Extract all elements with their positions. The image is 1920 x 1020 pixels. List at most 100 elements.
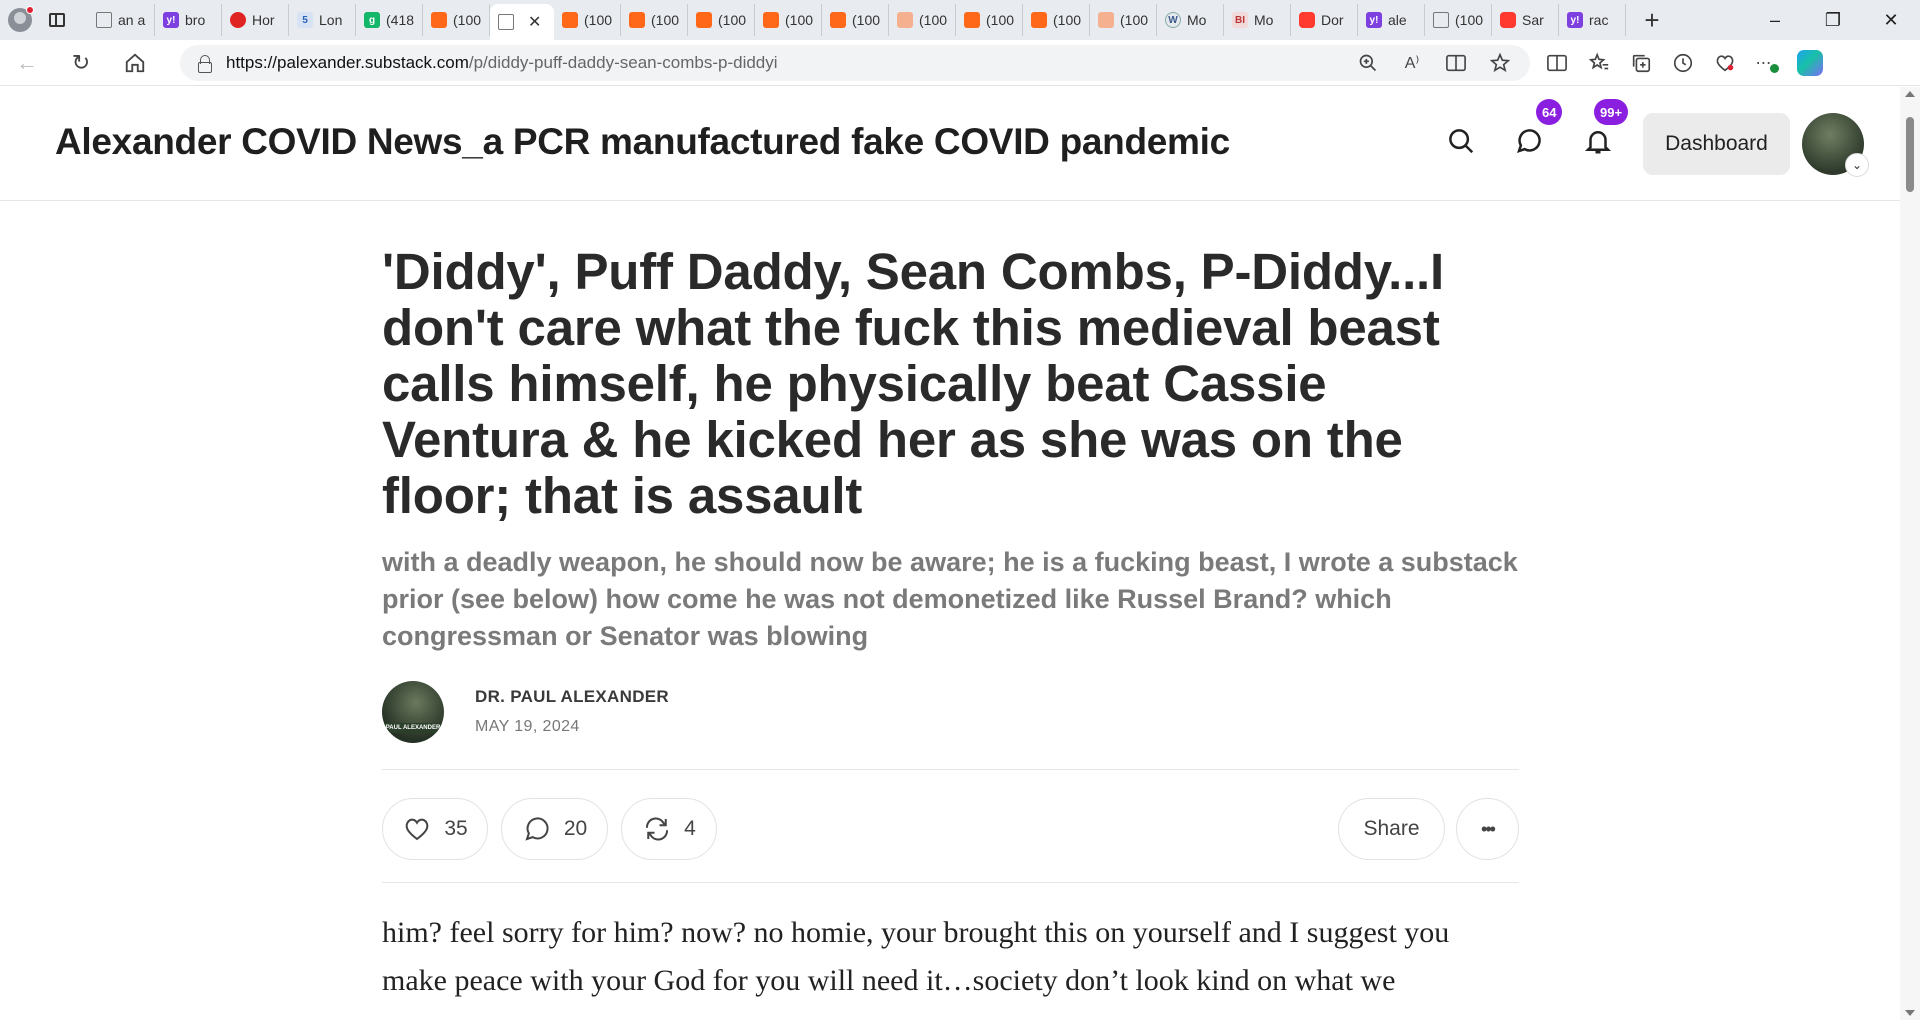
copilot-icon[interactable] xyxy=(1797,50,1823,76)
minimize-button[interactable]: – xyxy=(1746,0,1804,40)
share-button[interactable]: Share xyxy=(1338,798,1445,860)
document-icon xyxy=(1433,12,1449,28)
article: 'Diddy', Puff Daddy, Sean Combs, P-Diddy… xyxy=(382,201,1519,1005)
tab-strip: an a y! bro Hor 5 Lon g (418 (100 ✕ (100 (100 (100 (1… xyxy=(0,0,1920,40)
history-icon[interactable] xyxy=(1671,51,1695,75)
url-field[interactable]: https://palexander.substack.com/p/diddy-… xyxy=(180,45,1530,81)
notifications-button[interactable] xyxy=(1580,123,1616,159)
yahoo-icon: y! xyxy=(163,12,179,28)
browser-tab[interactable]: (100 xyxy=(554,4,621,36)
lock-icon xyxy=(198,55,212,73)
tab-list: an a y! bro Hor 5 Lon g (418 (100 ✕ (100 (100 (100 (1… xyxy=(88,0,1626,40)
scroll-down-icon[interactable] xyxy=(1905,1010,1915,1016)
browser-tab[interactable]: (100 xyxy=(423,4,490,36)
browser-tab[interactable]: Sar xyxy=(1492,4,1559,36)
substack-icon xyxy=(629,12,645,28)
dashboard-button[interactable]: Dashboard xyxy=(1643,113,1790,175)
browser-tab[interactable]: (100 xyxy=(1090,4,1157,36)
post-body: him? feel sorry for him? now? no homie, … xyxy=(382,916,1450,997)
browser-tab[interactable]: (100 xyxy=(956,4,1023,36)
publication-title[interactable]: Alexander COVID News_a PCR manufactured … xyxy=(55,121,1230,163)
youtube-icon xyxy=(1299,12,1315,28)
substack-light-icon xyxy=(1098,12,1114,28)
browser-tab[interactable]: BI Mo xyxy=(1224,4,1291,36)
like-button[interactable]: 35 xyxy=(382,798,488,860)
substack-icon xyxy=(1031,12,1047,28)
close-tab-icon[interactable]: ✕ xyxy=(528,12,541,32)
post-subtitle: with a deadly weapon, he should now be a… xyxy=(382,547,1518,651)
tab-label: Hor xyxy=(252,12,275,28)
tab-label: an a xyxy=(118,12,146,28)
profile-button[interactable] xyxy=(0,0,40,40)
address-bar-row: ← ↻ https://palexander.substack.com/p/di… xyxy=(0,40,1920,86)
browser-tab[interactable]: 5 Lon xyxy=(289,4,356,36)
browser-tab[interactable]: g (418 xyxy=(356,4,423,36)
tab-label: (100 xyxy=(1053,12,1082,28)
browser-tab[interactable]: (100 xyxy=(889,4,956,36)
browser-tab[interactable]: y! rac xyxy=(1559,4,1626,36)
browser-tab[interactable]: y! ale xyxy=(1358,4,1425,36)
url-path: /p/diddy-puff-daddy-sean-combs-p-diddyi xyxy=(468,53,778,72)
tab-actions-button[interactable] xyxy=(40,0,74,40)
like-count: 35 xyxy=(444,817,468,840)
comment-button[interactable]: 20 xyxy=(501,798,608,860)
split-screen-icon[interactable] xyxy=(1545,51,1569,75)
browser-tab[interactable]: y! bro xyxy=(155,4,222,36)
browser-tab[interactable]: W Mo xyxy=(1157,4,1224,36)
immersive-reader-icon[interactable] xyxy=(1444,51,1468,75)
bell-icon xyxy=(1584,131,1612,154)
browser-tab[interactable]: (100 xyxy=(755,4,822,36)
comment-icon xyxy=(525,817,549,841)
browser-tab[interactable]: (100 xyxy=(1425,4,1492,36)
favorite-star-icon[interactable] xyxy=(1488,51,1512,75)
browser-tab[interactable]: an a xyxy=(88,4,155,36)
author-avatar[interactable]: PAUL ALEXANDER xyxy=(382,681,444,743)
author-name[interactable]: DR. PAUL ALEXANDER xyxy=(475,687,669,707)
restack-icon xyxy=(646,817,669,841)
browser-tab[interactable]: Hor xyxy=(222,4,289,36)
post-title: 'Diddy', Puff Daddy, Sean Combs, P-Diddy… xyxy=(382,243,1445,524)
tab-label: rac xyxy=(1589,12,1609,28)
home-button[interactable] xyxy=(108,40,162,86)
browser-tab[interactable]: (100 xyxy=(822,4,889,36)
yahoo-icon: y! xyxy=(1567,12,1583,28)
scroll-up-icon[interactable] xyxy=(1905,91,1915,97)
health-heart-icon[interactable] xyxy=(1713,51,1737,75)
read-aloud-icon[interactable]: A⁾ xyxy=(1400,51,1424,75)
document-icon xyxy=(498,14,514,30)
tab-label: (418 xyxy=(386,12,415,28)
red-pin-icon xyxy=(230,12,246,28)
substack-icon xyxy=(696,12,712,28)
tab-label: (100 xyxy=(1455,12,1484,28)
close-window-button[interactable]: ✕ xyxy=(1862,0,1920,40)
more-options-button[interactable]: ••• xyxy=(1456,798,1519,860)
page-scrollbar[interactable] xyxy=(1900,87,1920,1020)
browser-tab[interactable]: (100 xyxy=(688,4,755,36)
browser-tab[interactable]: (100 xyxy=(621,4,688,36)
post-actions: 35 20 4 Share ••• xyxy=(382,770,1519,882)
scroll-thumb[interactable] xyxy=(1906,117,1914,192)
tab-label: (100 xyxy=(718,12,747,28)
restack-button[interactable]: 4 xyxy=(621,798,717,860)
chevron-down-icon[interactable]: ⌄ xyxy=(1845,153,1869,177)
more-menu-icon[interactable]: ⋯ xyxy=(1755,51,1779,75)
zoom-icon[interactable] xyxy=(1356,51,1380,75)
site-header: Alexander COVID News_a PCR manufactured … xyxy=(0,87,1900,201)
restack-count: 4 xyxy=(684,817,696,840)
collections-icon[interactable] xyxy=(1629,51,1653,75)
chat-button[interactable] xyxy=(1511,123,1547,159)
browser-tab[interactable]: (100 xyxy=(1023,4,1090,36)
divider xyxy=(382,882,1519,883)
url-host: https://palexander.substack.com xyxy=(226,53,469,72)
restore-button[interactable]: ❐ xyxy=(1804,0,1862,40)
refresh-button[interactable]: ↻ xyxy=(54,40,108,86)
url-text: https://palexander.substack.com/p/diddy-… xyxy=(226,53,778,73)
new-tab-button[interactable]: + xyxy=(1632,0,1672,40)
update-dot-icon xyxy=(1769,63,1779,73)
browser-tab[interactable]: Dor xyxy=(1291,4,1358,36)
avatar-caption: PAUL ALEXANDER xyxy=(382,723,444,733)
back-button[interactable]: ← xyxy=(0,40,54,86)
search-button[interactable] xyxy=(1443,123,1479,159)
favorites-icon[interactable] xyxy=(1587,51,1611,75)
tab-active[interactable]: ✕ xyxy=(490,4,554,40)
